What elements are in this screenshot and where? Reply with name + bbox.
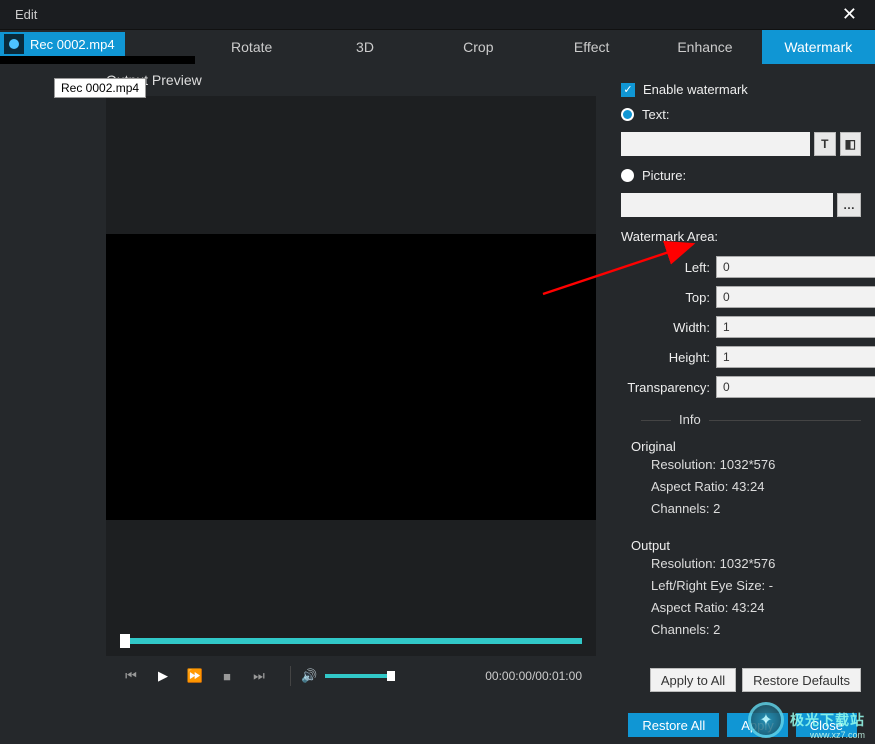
text-watermark-input[interactable] [621,132,810,156]
time-display: 00:00:00/00:01:00 [485,669,582,683]
color-button[interactable]: ◧ [840,132,862,156]
width-row: Width: ▲▼ [621,316,861,338]
height-input[interactable] [716,346,875,368]
transparency-row: Transparency: ▲▼ [621,376,861,398]
text-radio-label: Text: [642,107,669,122]
picture-radio-label: Picture: [642,168,686,183]
volume-icon[interactable]: 🔊 [301,668,317,684]
text-watermark-row: T ◧ [621,132,861,156]
width-label: Width: [621,320,716,335]
restore-defaults-button[interactable]: Restore Defaults [742,668,861,692]
width-input[interactable] [716,316,875,338]
footer: Restore All Apply Close [0,706,875,744]
picture-watermark-input[interactable] [621,193,833,217]
enable-watermark-label: Enable watermark [643,82,748,97]
picture-watermark-row: … [621,193,861,217]
original-resolution: Resolution: 1032*576 [651,454,861,476]
height-spinner[interactable]: ▲▼ [716,346,772,368]
preview-area [106,96,596,656]
info-divider: Info [641,420,861,421]
separator [290,666,291,686]
output-aspect: Aspect Ratio: 43:24 [651,597,861,619]
transparency-label: Transparency: [621,380,716,395]
badge-text: 极光下载站 [790,710,865,730]
restore-all-button[interactable]: Restore All [628,713,719,737]
info-original: Original Resolution: 1032*576 Aspect Rat… [631,439,861,520]
top-label: Top: [621,290,716,305]
video-frame [106,234,596,520]
output-resolution: Resolution: 1032*576 [651,553,861,575]
close-icon[interactable]: ✕ [834,4,865,25]
prev-icon[interactable]: ⏮ [120,665,142,687]
panel-buttons: Apply to All Restore Defaults [650,668,861,692]
file-icon [4,34,24,54]
height-label: Height: [621,350,716,365]
left-row: Left: ▲▼ [621,256,861,278]
stop-icon[interactable]: ■ [216,665,238,687]
original-channels: Channels: 2 [651,498,861,520]
enable-watermark-checkbox[interactable] [621,83,635,97]
tab-effect[interactable]: Effect [535,30,648,64]
width-spinner[interactable]: ▲▼ [716,316,772,338]
file-tooltip: Rec 0002.mp4 [54,78,146,98]
top-input[interactable] [716,286,875,308]
watermark-area-label: Watermark Area: [621,229,861,244]
playback-controls: ⏮ ▶ ⏩ ■ ⏭ 🔊 00:00:00/00:01:00 [106,656,596,696]
tab-watermark[interactable]: Watermark [762,30,875,64]
browse-button[interactable]: … [837,193,861,217]
text-radio-row: Text: [621,107,861,122]
right-panel: Enable watermark Text: T ◧ Picture: … Wa… [607,64,875,706]
top-spinner[interactable]: ▲▼ [716,286,772,308]
play-icon[interactable]: ▶ [152,665,174,687]
badge-icon [748,702,784,738]
file-tab-label: Rec 0002.mp4 [30,37,115,52]
tab-rotate[interactable]: Rotate [195,30,308,64]
text-radio[interactable] [621,108,634,121]
timeline-thumb[interactable] [120,634,130,648]
titlebar: Edit ✕ [0,0,875,30]
output-eye: Left/Right Eye Size: - [651,575,861,597]
file-tab[interactable]: Rec 0002.mp4 [0,32,125,56]
next-icon[interactable]: ⏭ [248,665,270,687]
badge-subtext: www.xz7.com [810,730,865,740]
info-output: Output Resolution: 1032*576 Left/Right E… [631,538,861,641]
transparency-input[interactable] [716,376,875,398]
info-header: Info [671,412,709,427]
window-title: Edit [10,7,37,22]
enable-watermark-row: Enable watermark [621,82,861,97]
output-label: Output [631,538,861,553]
tabs: Rotate 3D Crop Effect Enhance Watermark [195,30,875,64]
volume-slider[interactable] [325,674,395,678]
tab-enhance[interactable]: Enhance [648,30,761,64]
output-channels: Channels: 2 [651,619,861,641]
left-label: Left: [621,260,716,275]
left-panel: Output Preview ⏮ ▶ ⏩ ■ ⏭ 🔊 00:00:00/00:0… [0,64,607,706]
timeline-slider[interactable] [120,638,582,644]
transparency-spinner[interactable]: ▲▼ [716,376,772,398]
fastfwd-icon[interactable]: ⏩ [184,665,206,687]
left-spinner[interactable]: ▲▼ [716,256,772,278]
left-input[interactable] [716,256,875,278]
volume-thumb[interactable] [387,671,395,681]
picture-radio[interactable] [621,169,634,182]
tab-3d[interactable]: 3D [308,30,421,64]
original-label: Original [631,439,861,454]
tab-crop[interactable]: Crop [422,30,535,64]
picture-radio-row: Picture: [621,168,861,183]
apply-to-all-button[interactable]: Apply to All [650,668,736,692]
height-row: Height: ▲▼ [621,346,861,368]
original-aspect: Aspect Ratio: 43:24 [651,476,861,498]
site-watermark: 极光下载站 www.xz7.com [748,702,865,738]
font-button[interactable]: T [814,132,836,156]
main: Output Preview ⏮ ▶ ⏩ ■ ⏭ 🔊 00:00:00/00:0… [0,64,875,706]
top-row: Top: ▲▼ [621,286,861,308]
